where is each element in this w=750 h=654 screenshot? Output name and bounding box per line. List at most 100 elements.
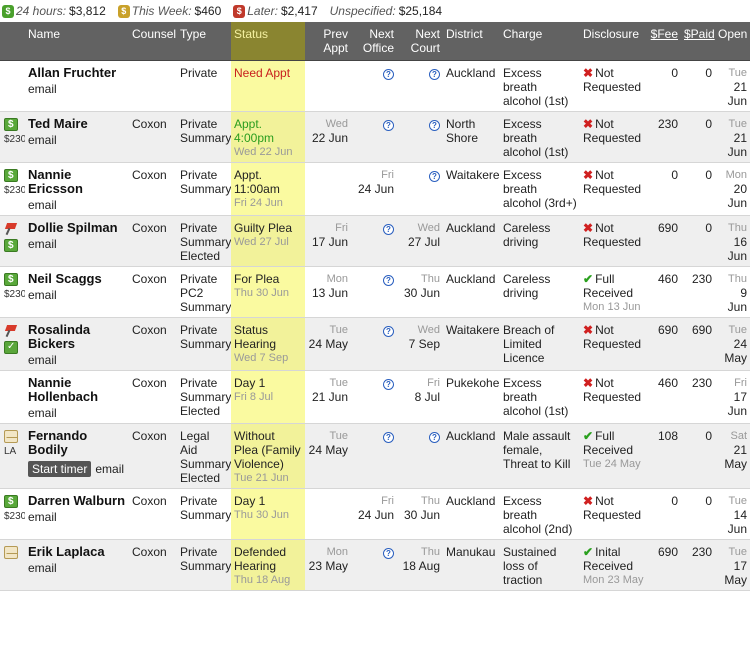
status-text[interactable]: Guilty Plea [234,221,302,235]
check-icon: ✔ [583,271,594,286]
header-type[interactable]: Type [177,22,231,61]
open-date: 21 May [724,442,747,471]
open-date: 14 Jun [727,507,747,536]
district-cell: Auckland [443,215,500,267]
help-icon[interactable]: ? [383,431,394,443]
client-email-link[interactable]: email [28,353,57,367]
disclosure-cell: ✖ Not Requested [580,317,647,371]
open-date: 21 Jun [727,79,747,108]
client-name[interactable]: Darren Walburn [28,493,126,508]
help-icon[interactable]: ? [383,325,394,337]
client-email-link[interactable]: email [95,462,124,476]
next-court-cell: Thu 30 Jun [397,488,443,540]
client-email-row: email [28,406,126,420]
header-paid-label: $Paid [684,27,715,41]
client-cell: Allan Fruchter email [25,60,129,112]
header-district[interactable]: District [443,22,500,61]
next-office-cell: ? [351,266,397,318]
status-date: Wed 22 Jun [234,145,293,158]
client-cell: Nannie Ericsson email [25,162,129,216]
header-fee[interactable]: $Fee [647,22,681,61]
pin-icon [4,222,18,235]
status-text[interactable]: Status Hearing [234,323,302,351]
district-cell: Auckland [443,423,500,489]
client-name[interactable]: Rosalinda Bickers [28,322,126,351]
status-text[interactable]: Appt. 11:00am [234,168,302,196]
client-name[interactable]: Neil Scaggs [28,271,126,286]
open-day: Tue [728,66,747,79]
header-open[interactable]: Open [715,22,750,61]
help-icon[interactable]: ? [429,68,440,80]
help-icon[interactable]: ? [383,547,394,559]
client-name[interactable]: Fernando Bodily [28,428,126,457]
help-icon[interactable]: ? [429,119,440,131]
client-name[interactable]: Erik Laplaca [28,544,126,559]
header-disclosure[interactable]: Disclosure [580,22,647,61]
start-timer-button[interactable]: Start timer [28,460,92,477]
table-row: Dollie Spilman email CoxonPrivate Summary … [0,215,750,267]
prev-appt-cell [305,488,351,540]
next-court-cell: ? [397,423,443,489]
counsel-cell: Coxon [129,370,177,424]
help-icon[interactable]: ? [429,431,440,443]
help-icon[interactable]: ? [383,119,394,131]
client-email-link[interactable]: email [28,133,57,147]
money-icon: $ [117,4,130,18]
client-email-link[interactable]: email [28,237,57,251]
status-text[interactable]: Day 1 [234,494,302,508]
status-text[interactable]: Need Appt [234,66,302,80]
prev-appt-cell: Wed 22 Jun [305,111,351,163]
client-email-link[interactable]: email [28,288,57,302]
counsel-cell: Coxon [129,162,177,216]
summary-label: Unspecified: [329,4,396,18]
header-name[interactable]: Name [25,22,129,61]
client-email-link[interactable]: email [28,561,57,575]
help-icon[interactable]: ? [429,170,440,182]
next-court-cell-date: 18 Aug [402,558,440,573]
district-cell: Waitakere [443,317,500,371]
status-text[interactable]: Day 1 [234,376,302,390]
open-cell: Thu 16 Jun [715,215,750,267]
header-counsel[interactable]: Counsel [129,22,177,61]
charge-cell: Excess breath alcohol (1st) [500,370,580,424]
summary-value: $2,417 [280,4,318,18]
status-cell: Appt. 11:00am Fri 24 Jun [231,162,305,216]
header-prev-appt[interactable]: Prev Appt [305,22,351,61]
header-next-office[interactable]: Next Office [351,22,397,61]
envelope-icon [4,429,18,443]
status-cell: Status Hearing Wed 7 Sep [231,317,305,371]
client-email-row: email [28,198,126,212]
prev-appt-cell-day: Fri [335,221,348,234]
status-text[interactable]: Without Plea (Family Violence) [234,429,302,471]
next-court-cell-day: Thu [421,272,440,285]
client-name[interactable]: Ted Maire [28,116,126,131]
client-name[interactable]: Nannie Hollenbach [28,375,126,404]
client-email-link[interactable]: email [28,406,57,420]
help-icon[interactable]: ? [383,68,394,80]
prev-appt-cell-day: Tue [329,376,348,389]
status-text[interactable]: Appt. 4:00pm [234,117,302,145]
client-name[interactable]: Nannie Ericsson [28,167,126,196]
client-name[interactable]: Dollie Spilman [28,220,126,235]
row-icon-cell [0,60,25,112]
client-email-link[interactable]: email [28,510,57,524]
status-text[interactable]: For Plea [234,272,302,286]
status-text[interactable]: Defended Hearing [234,545,302,573]
header-paid[interactable]: $Paid [681,22,715,61]
help-icon[interactable]: ? [383,274,394,286]
next-court-cell: ? [397,60,443,112]
client-name[interactable]: Allan Fruchter [28,65,126,80]
type-cell: Private Summary [177,317,231,371]
next-court-cell-day: Thu [421,494,440,507]
help-icon[interactable]: ? [383,378,394,390]
header-charge[interactable]: Charge [500,22,580,61]
header-next-court[interactable]: Next Court [397,22,443,61]
client-email-link[interactable]: email [28,82,57,96]
prev-appt-cell-day: Tue [329,429,348,442]
client-email-link[interactable]: email [28,198,57,212]
cross-icon: ✖ [583,116,594,131]
open-date: 17 Jun [727,389,747,418]
header-status[interactable]: Status [231,22,305,61]
help-icon[interactable]: ? [383,223,394,235]
cross-icon: ✖ [583,220,594,235]
